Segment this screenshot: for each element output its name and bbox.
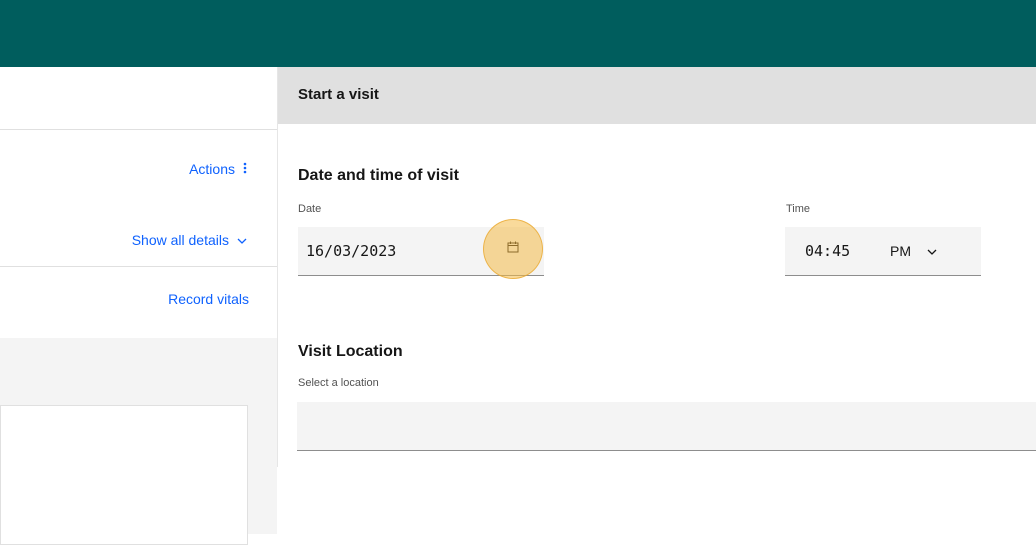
patient-banner-header [0, 67, 277, 130]
show-all-details-label: Show all details [131, 232, 229, 248]
chevron-down-icon [927, 243, 937, 259]
panel-title: Start a visit [298, 86, 379, 103]
top-navigation-bar [0, 0, 1036, 67]
patient-summary-panel: Actions Show all details Record vitals [0, 67, 278, 545]
chevron-down-icon [237, 232, 247, 248]
location-label: Select a location [298, 377, 379, 389]
overflow-menu-vertical-icon [243, 161, 247, 177]
date-value: 16/03/2023 [306, 242, 397, 260]
patient-card [0, 405, 248, 545]
section-divider [0, 266, 277, 267]
record-vitals-label: Record vitals [168, 291, 249, 307]
calendar-icon[interactable] [507, 240, 519, 253]
time-value: 04:45 [805, 242, 851, 260]
time-input[interactable]: 04:45 PM [785, 227, 981, 276]
date-label: Date [298, 203, 322, 215]
location-combobox[interactable] [297, 402, 1036, 451]
location-section-title: Visit Location [298, 343, 403, 360]
actions-menu-button[interactable]: Actions [189, 161, 247, 177]
time-label: Time [786, 203, 811, 215]
show-all-details-button[interactable]: Show all details [132, 232, 247, 248]
actions-label: Actions [189, 161, 235, 177]
time-period-select[interactable]: PM [890, 243, 937, 259]
record-vitals-link[interactable]: Record vitals [168, 291, 249, 307]
start-visit-header: Start a visit [278, 67, 1036, 124]
datetime-section-title: Date and time of visit [298, 167, 459, 184]
time-period-value: PM [890, 243, 911, 259]
